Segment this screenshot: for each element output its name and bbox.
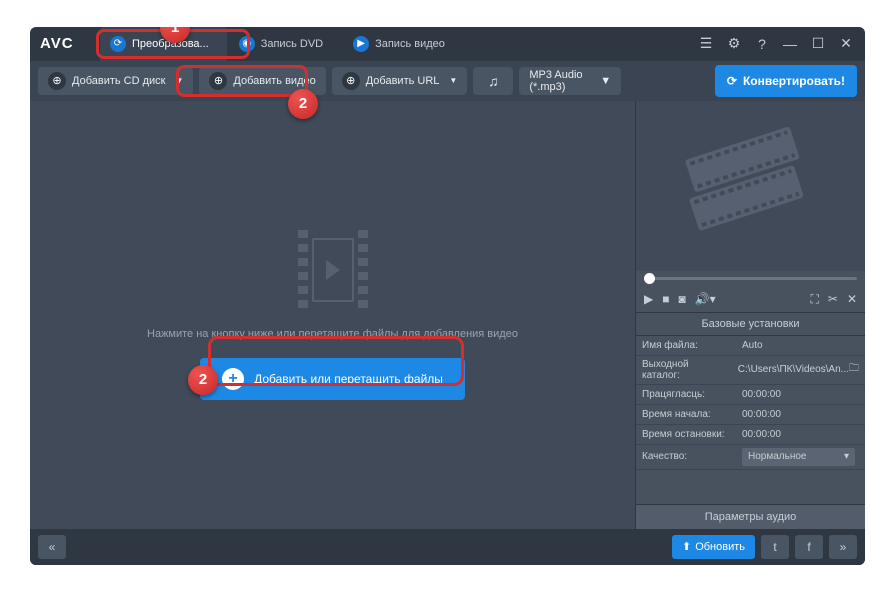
titlebar: AVC ⟳ Преобразова... ◉ Запись DVD ▶ Запи… — [30, 27, 865, 61]
tab-label: Запись DVD — [261, 38, 323, 50]
twitter-icon[interactable]: t — [761, 535, 789, 559]
setting-value[interactable]: 00:00:00 — [736, 406, 865, 423]
up-arrow-icon: ⬆ — [682, 540, 691, 553]
setting-row: Имя файла: Auto — [636, 336, 865, 356]
button-label: Конвертировать! — [743, 74, 845, 88]
update-button[interactable]: ⬆ Обновить — [672, 535, 755, 559]
maximize-button[interactable]: ☐ — [809, 35, 827, 52]
list-icon[interactable]: ☰ — [697, 35, 715, 52]
plus-icon: + — [222, 368, 244, 390]
app-logo: AVC — [40, 35, 74, 52]
cut-icon[interactable]: ✂ — [828, 292, 838, 306]
app-window: AVC ⟳ Преобразова... ◉ Запись DVD ▶ Запи… — [30, 27, 865, 565]
reel-icon — [684, 126, 816, 246]
quality-select[interactable]: Нормальное ▾ — [742, 448, 855, 466]
setting-label: Качество: — [636, 448, 736, 465]
play-icon: ▶ — [353, 36, 369, 52]
add-files-button[interactable]: + Добавить или перетащить файлы — [200, 358, 465, 400]
select-value: Нормальное — [748, 451, 806, 462]
disc-icon: ◉ — [239, 36, 255, 52]
setting-label: Время начала: — [636, 406, 736, 423]
preview-controls: ▶ ■ ◙ 🔊▾ ⛶ ✂ ✕ — [636, 287, 865, 313]
gear-icon[interactable]: ⚙ — [725, 35, 743, 52]
setting-value[interactable]: 00:00:00 — [736, 426, 865, 443]
select-value: MP3 Audio (*.mp3) — [529, 69, 594, 93]
tab-label: Запись видео — [375, 38, 445, 50]
tab-dvd[interactable]: ◉ Запись DVD — [229, 27, 341, 61]
button-label: Обновить — [695, 541, 745, 553]
refresh-icon: ⟳ — [110, 36, 126, 52]
setting-label: Имя файла: — [636, 337, 736, 354]
setting-label: Выходной каталог: — [636, 356, 732, 384]
setting-row: Выходной каталог: C:\Users\ПК\Videos\An.… — [636, 356, 865, 385]
button-label: Добавить URL — [366, 75, 440, 87]
snapshot-icon[interactable]: ◙ — [678, 292, 685, 306]
fullscreen-icon[interactable]: ⛶ — [810, 292, 818, 307]
video-preview — [636, 101, 865, 271]
settings-header: Базовые установки — [636, 313, 865, 336]
expand-right-button[interactable]: » — [829, 535, 857, 559]
window-controls: ☰ ⚙ ? — ☐ ✕ — [697, 35, 855, 52]
convert-icon: ⟳ — [727, 74, 737, 88]
stop-icon[interactable]: ■ — [662, 292, 669, 306]
setting-row: Качество: Нормальное ▾ — [636, 445, 865, 470]
button-label: Добавить CD диск — [72, 75, 166, 87]
drop-area[interactable]: Нажмите на кнопку ниже или перетащите фа… — [30, 101, 635, 529]
video-plus-icon: ⊕ — [209, 72, 227, 90]
add-cd-button[interactable]: ⊕ Добавить CD диск ▼ — [38, 67, 193, 95]
annotation-badge-2a: 2 — [288, 89, 318, 119]
drop-hint: Нажмите на кнопку ниже или перетащите фа… — [147, 328, 518, 340]
main-tabs: ⟳ Преобразова... ◉ Запись DVD ▶ Запись в… — [100, 27, 463, 61]
tab-record[interactable]: ▶ Запись видео — [343, 27, 463, 61]
film-placeholder-icon — [298, 230, 368, 310]
play-icon[interactable]: ▶ — [644, 292, 653, 306]
folder-icon[interactable]: 🗀 — [849, 361, 859, 378]
convert-button[interactable]: ⟳ Конвертировать! — [715, 65, 857, 97]
shuffle-icon[interactable]: ✕ — [847, 292, 857, 306]
main-area: Нажмите на кнопку ниже или перетащите фа… — [30, 101, 865, 529]
minimize-button[interactable]: — — [781, 36, 799, 52]
settings-table: Имя файла: Auto Выходной каталог: C:\Use… — [636, 336, 865, 470]
chevron-down-icon: ▼ — [600, 75, 611, 87]
side-panel: ▶ ■ ◙ 🔊▾ ⛶ ✂ ✕ Базовые установки Имя фай… — [635, 101, 865, 529]
help-icon[interactable]: ? — [753, 36, 771, 52]
button-label: Добавить или перетащить файлы — [254, 372, 443, 386]
volume-icon[interactable]: 🔊▾ — [695, 292, 716, 306]
path-text: C:\Users\ПК\Videos\An... — [738, 364, 849, 375]
toolbar: ⊕ Добавить CD диск ▼ ⊕ Добавить видео ⊕ … — [30, 61, 865, 101]
setting-label: Працягласць: — [636, 386, 736, 403]
footer: « ⬆ Обновить t f » — [30, 529, 865, 565]
setting-row: Працягласць: 00:00:00 — [636, 385, 865, 405]
facebook-icon[interactable]: f — [795, 535, 823, 559]
output-format-select[interactable]: MP3 Audio (*.mp3) ▼ — [519, 67, 621, 95]
cd-plus-icon: ⊕ — [48, 72, 66, 90]
preview-seek-slider[interactable] — [636, 271, 865, 287]
close-button[interactable]: ✕ — [837, 35, 855, 52]
setting-row: Время остановки: 00:00:00 — [636, 425, 865, 445]
add-url-button[interactable]: ⊕ Добавить URL ▼ — [332, 67, 468, 95]
setting-row: Время начала: 00:00:00 — [636, 405, 865, 425]
globe-plus-icon: ⊕ — [342, 72, 360, 90]
setting-value: 00:00:00 — [736, 386, 865, 403]
chevron-down-icon: ▼ — [176, 76, 184, 85]
annotation-badge-2b: 2 — [188, 365, 218, 395]
collapse-left-button[interactable]: « — [38, 535, 66, 559]
setting-value[interactable]: Auto — [736, 337, 865, 354]
chevron-down-icon: ▼ — [449, 76, 457, 85]
chevron-down-icon: ▾ — [844, 451, 849, 462]
setting-value[interactable]: C:\Users\ПК\Videos\An... 🗀 — [732, 358, 865, 381]
setting-value: Нормальное ▾ — [736, 445, 865, 469]
music-icon[interactable]: ♫ — [473, 67, 513, 95]
setting-label: Время остановки: — [636, 426, 736, 443]
audio-params-button[interactable]: Параметры аудио — [636, 504, 865, 529]
button-label: Добавить видео — [233, 75, 315, 87]
